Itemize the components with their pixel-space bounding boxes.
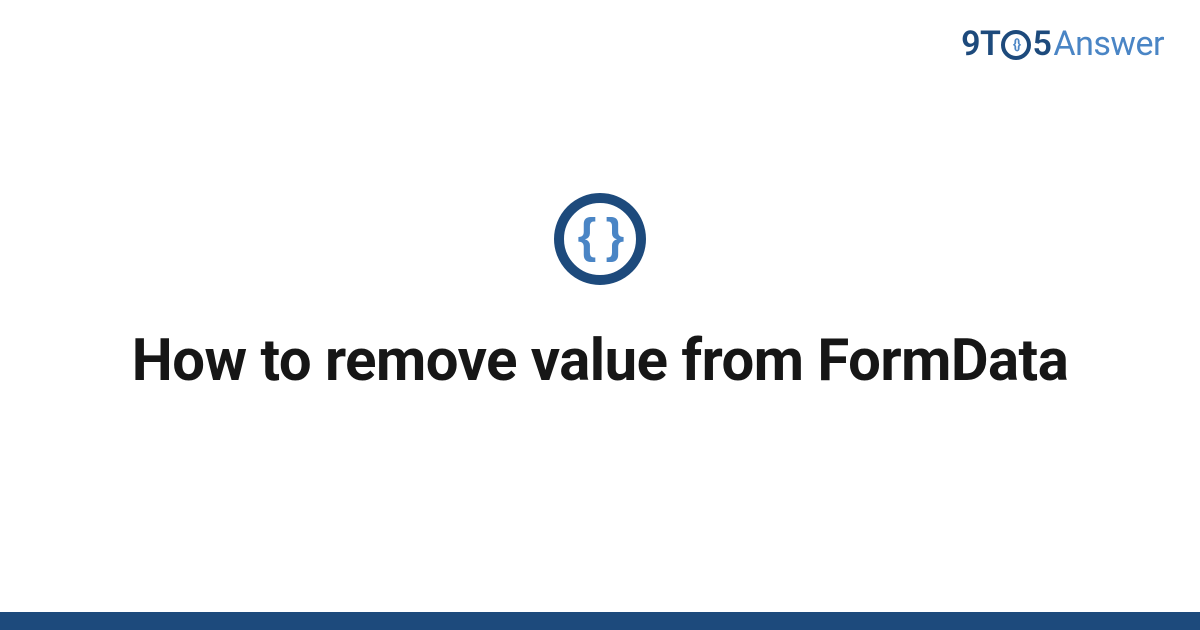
main-content: { } How to remove value from FormData: [0, 0, 1200, 630]
page-title: How to remove value from FormData: [132, 327, 1068, 397]
footer-bar: [0, 612, 1200, 630]
category-badge-icon: { }: [554, 193, 646, 285]
braces-icon: { }: [578, 213, 623, 261]
